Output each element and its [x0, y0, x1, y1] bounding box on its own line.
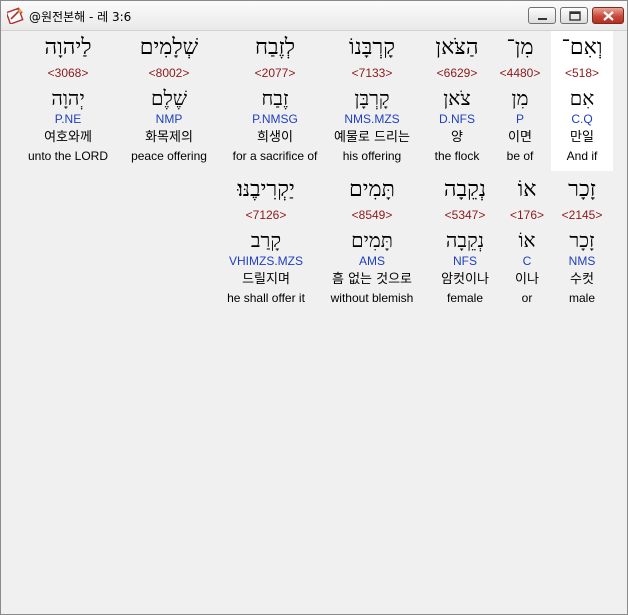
strong-number: <2077> [254, 66, 296, 80]
hebrew-word: שְׁלָמִים [139, 35, 199, 60]
morphology-code: NMP [155, 112, 183, 126]
hebrew-word: קָרְבָּנוֹ [349, 35, 395, 60]
maximize-button[interactable] [560, 7, 588, 24]
close-button[interactable] [592, 7, 624, 24]
korean-translation: 양 [451, 130, 463, 145]
morphology-code: NMS.MZS [344, 112, 400, 126]
interlinear-content: וְאִם־ <518> אִם C.Q 만일 And if מִן־ <4480> מִן P 이… [2, 31, 626, 613]
app-logo-icon [5, 7, 25, 25]
interlinear-word[interactable]: לַיהוָה <3068> יְהוָה P.NE 여호와께 unto the LORD [18, 31, 118, 171]
app-window: @원전본해 - 레 3:6 וְאִם־ <518> אִם C.Q 만일 And if מ… [0, 0, 628, 615]
interlinear-word[interactable]: נְקֵבָה <5347> נְקֵבָה NFS 암컷이나 female [415, 173, 515, 313]
english-translation: peace offering [131, 149, 207, 163]
strong-number: <5347> [444, 208, 486, 222]
korean-translation: 예물로 드리는 [334, 130, 410, 145]
english-translation: female [446, 291, 484, 305]
morphology-code: AMS [358, 254, 385, 268]
english-translation: he shall offer it [227, 291, 305, 305]
hebrew-root: נְקֵבָה [445, 228, 485, 252]
morphology-code: D.NFS [439, 112, 475, 126]
hebrew-root: קָרְבָּן [354, 86, 390, 110]
strong-number: <8002> [148, 66, 190, 80]
strong-number: <7133> [351, 66, 393, 80]
hebrew-word: הַצֹּאן [435, 35, 479, 60]
interlinear-word[interactable]: קָרְבָּנוֹ <7133> קָרְבָּן NMS.MZS 예물로 드리는 hi… [322, 31, 422, 171]
hebrew-word: נְקֵבָה [443, 177, 487, 202]
minimize-button[interactable] [528, 7, 556, 24]
interlinear-word[interactable]: הַצֹּאן <6629> צֹאן D.NFS 양 the flock [407, 31, 507, 171]
english-translation: his offering [342, 149, 402, 163]
hebrew-root: קָרַב [250, 228, 282, 252]
english-translation: for a sacrifice of [232, 149, 318, 163]
english-translation: the flock [434, 149, 480, 163]
hebrew-root: צֹאן [443, 86, 471, 110]
title-bar[interactable]: @원전본해 - 레 3:6 [1, 1, 627, 31]
hebrew-root: זֶבַח [261, 86, 289, 110]
korean-translation: 흠 없는 것으로 [331, 272, 413, 287]
korean-translation: 화목제의 [145, 130, 193, 145]
korean-translation: 드릴지며 [242, 272, 290, 287]
strong-number: <8549> [351, 208, 393, 222]
morphology-code: P.NMSG [252, 112, 298, 126]
korean-translation: 여호와께 [44, 130, 92, 145]
korean-translation: 희생이 [257, 130, 293, 145]
hebrew-word: לַיהוָה [44, 35, 92, 60]
morphology-code: P.NE [54, 112, 82, 126]
hebrew-root: שֶׁלֶם [151, 86, 187, 110]
hebrew-word: תָּמִים [349, 177, 395, 202]
morphology-code: VHIMZS.MZS [229, 254, 303, 268]
morphology-code: NFS [453, 254, 477, 268]
interlinear-word[interactable]: יַקְרִיבֶנּוּ׃ <7126> קָרַב VHIMZS.MZS 드릴지며 h… [216, 173, 316, 313]
strong-number: <6629> [436, 66, 478, 80]
interlinear-word[interactable]: שְׁלָמִים <8002> שֶׁלֶם NMP 화목제의 peace offeri… [119, 31, 219, 171]
hebrew-root: יְהוָה [51, 86, 85, 110]
interlinear-word[interactable]: תָּמִים <8549> תָּמִים AMS 흠 없는 것으로 without b… [322, 173, 422, 313]
hebrew-word: לְזֶבַח [254, 35, 296, 60]
strong-number: <3068> [47, 66, 89, 80]
window-title: @원전본해 - 레 3:6 [29, 10, 132, 24]
english-translation: unto the LORD [27, 149, 109, 163]
hebrew-word: יַקְרִיבֶנּוּ׃ [237, 177, 295, 202]
hebrew-root: תָּמִים [351, 228, 393, 252]
korean-translation: 암컷이나 [441, 272, 489, 287]
strong-number: <7126> [245, 208, 287, 222]
interlinear-word[interactable]: לְזֶבַח <2077> זֶבַח P.NMSG 희생이 for a sacrifi… [225, 31, 325, 171]
english-translation: without blemish [330, 291, 414, 305]
